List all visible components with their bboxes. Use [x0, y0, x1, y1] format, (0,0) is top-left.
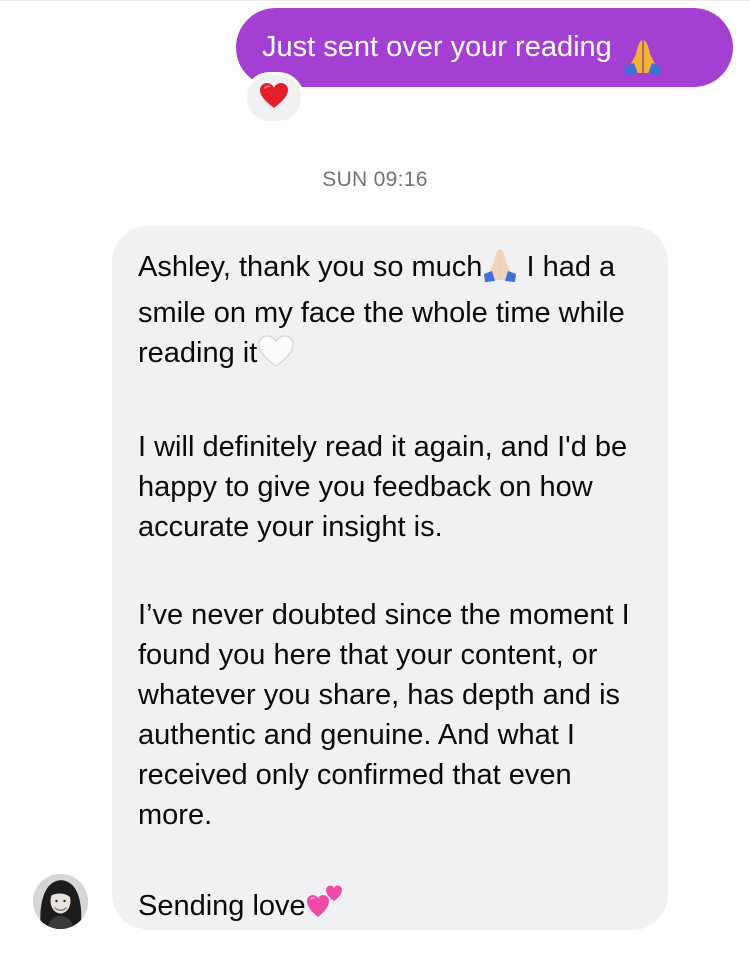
received-message-bubble[interactable]: Ashley, thank you so much I had a smile …: [112, 226, 668, 930]
avatar[interactable]: [33, 874, 88, 929]
paragraph-4-text: Sending love: [138, 890, 306, 922]
two-hearts-icon: [306, 883, 346, 932]
message-paragraph-2: I will definitely read it again, and I'd…: [138, 431, 628, 543]
paragraph-1-start: Ashley, thank you so much: [138, 251, 483, 283]
message-thread: Just sent over your reading SUN 09:16 As…: [0, 0, 750, 965]
message-paragraph-4: Sending love: [138, 883, 648, 932]
sent-message-text: Just sent over your reading: [262, 31, 612, 63]
folded-hands-icon: [622, 28, 664, 107]
sent-message-bubble[interactable]: Just sent over your reading: [236, 8, 733, 87]
white-heart-icon: [257, 334, 295, 379]
top-divider: [0, 0, 750, 1]
message-timestamp: SUN 09:16: [322, 168, 428, 191]
folded-hands-light-skin-icon: [482, 246, 518, 293]
message-paragraph-1: Ashley, thank you so much I had a smile …: [138, 246, 648, 379]
red-heart-icon: [259, 82, 289, 114]
message-paragraph-3: I’ve never doubted since the moment I fo…: [138, 599, 630, 831]
message-reaction[interactable]: [244, 72, 304, 124]
